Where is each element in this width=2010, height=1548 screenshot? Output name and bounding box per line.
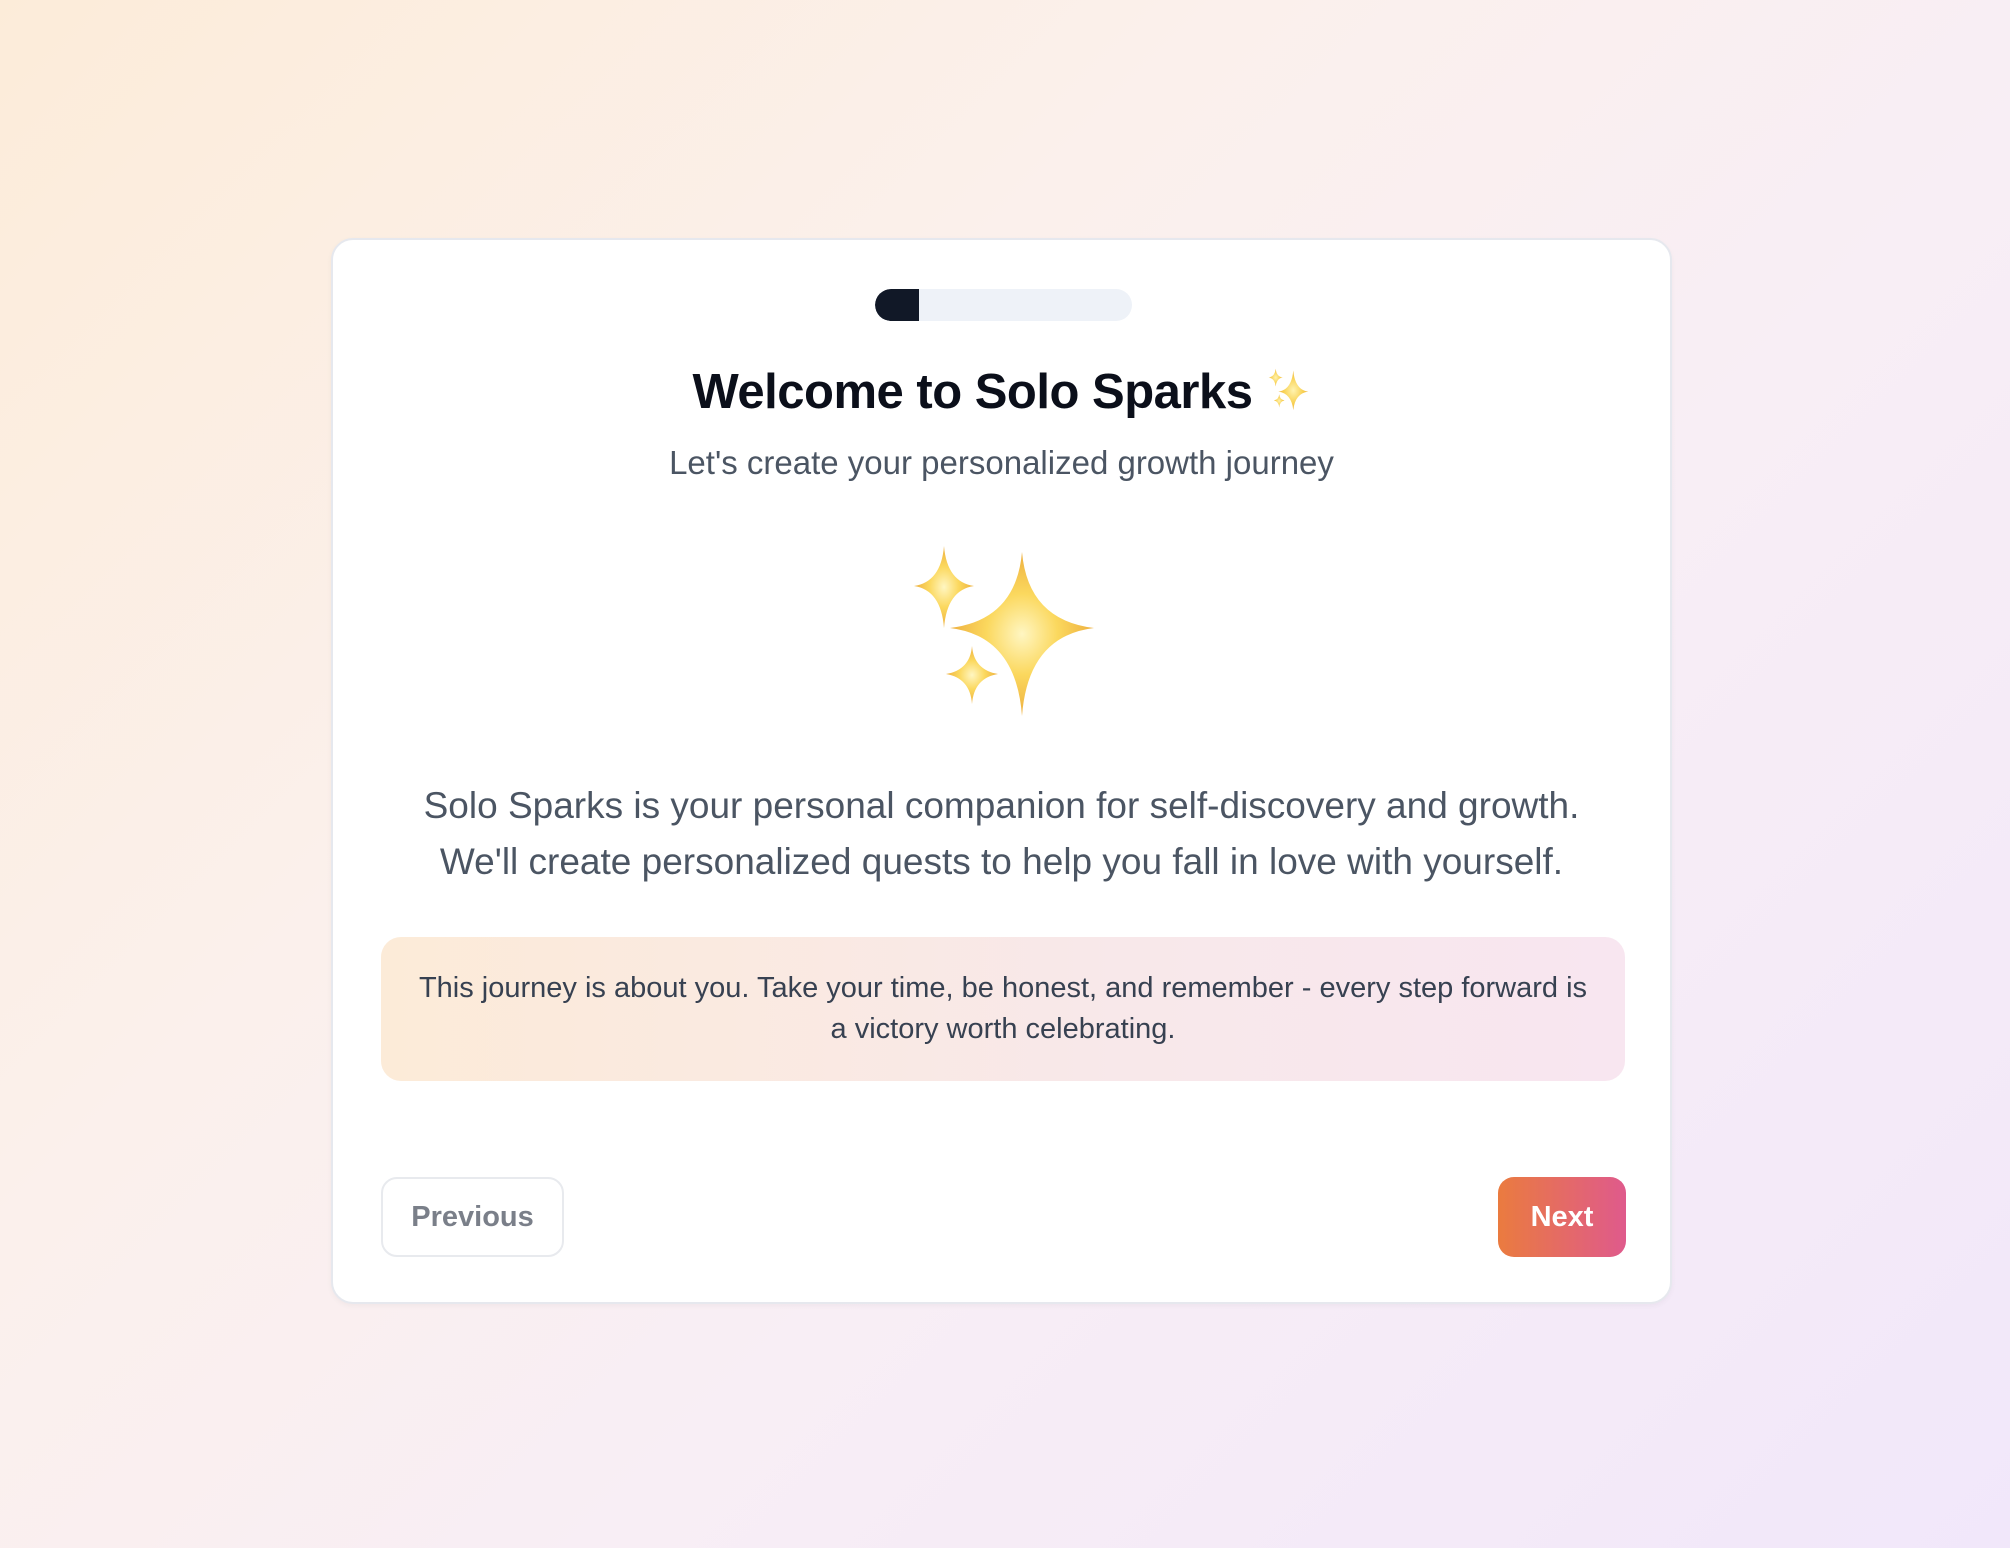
note-text: This journey is about you. Take your tim… — [418, 972, 1588, 1045]
encouragement-note: This journey is about you. Take your tim… — [381, 937, 1625, 1081]
page-subtitle: Let's create your personalized growth jo… — [669, 444, 1334, 481]
sparkles-icon — [1266, 367, 1310, 423]
next-button[interactable]: Next — [1498, 1177, 1626, 1257]
title-text: Welcome to Solo Sparks — [692, 365, 1253, 419]
page-title: Welcome to Solo Sparks — [333, 364, 1670, 423]
sparkles-icon — [908, 540, 1108, 730]
previous-button[interactable]: Previous — [381, 1177, 564, 1257]
description-line: We'll create personalized quests to help… — [439, 841, 1564, 882]
progress-bar-fill — [875, 289, 919, 321]
progress-bar — [875, 289, 1132, 321]
description-line: Solo Sparks is your personal companion f… — [423, 785, 1580, 826]
onboarding-card: Welcome to Solo Sparks Let's create your… — [331, 238, 1672, 1304]
intro-description: Solo Sparks is your personal companion f… — [373, 778, 1630, 890]
